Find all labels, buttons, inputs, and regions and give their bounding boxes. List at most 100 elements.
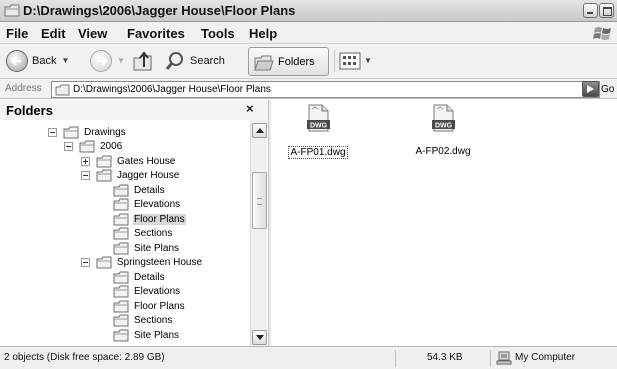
title-bar[interactable]: D:\Drawings\2006\Jagger House\Floor Plan…	[0, 0, 617, 22]
back-button[interactable]: Back ▼	[6, 48, 69, 73]
views-button[interactable]: ▼	[339, 48, 372, 73]
folder-icon	[113, 314, 129, 327]
tree-item[interactable]: Sections	[113, 227, 173, 241]
tree-item-label: Floor Plans	[134, 300, 185, 312]
address-bar: Address D:\Drawings\2006\Jagger House\Fl…	[0, 79, 617, 99]
tree-item[interactable]: Details	[113, 270, 166, 284]
menu-favorites[interactable]: Favorites	[127, 26, 185, 41]
menu-edit[interactable]: Edit	[41, 26, 66, 41]
scroll-thumb[interactable]	[252, 172, 267, 229]
svg-text:DWG: DWG	[435, 122, 453, 129]
tree-item-label: Sections	[134, 315, 173, 326]
tree-item-label: Jagger House	[117, 170, 180, 181]
folder-icon	[113, 329, 129, 341]
tree-item[interactable]: Floor Plans	[113, 212, 186, 226]
collapse-icon[interactable]	[81, 258, 90, 267]
tree-item-label: Elevations	[134, 286, 181, 297]
tree-item[interactable]: Jagger House	[81, 169, 180, 183]
status-zone: My Computer	[515, 352, 576, 363]
tree-item-label: Elevations	[134, 199, 181, 210]
file-item[interactable]: DWG A-FP01.dwg	[283, 104, 353, 159]
folder-icon	[113, 227, 129, 240]
tree-item-label: Site Plans	[134, 329, 180, 341]
back-arrow-icon	[6, 49, 28, 72]
folders-icon	[254, 55, 274, 71]
forward-button[interactable]: ▼	[90, 48, 125, 73]
tree-item-label: Sections	[134, 228, 173, 239]
tree-item[interactable]: 2006	[64, 140, 123, 154]
menu-file[interactable]: File	[6, 26, 28, 41]
tree-item-label: Site Plans	[134, 242, 180, 254]
go-arrow-icon[interactable]	[582, 81, 599, 97]
svg-text:DWG: DWG	[310, 122, 328, 129]
folder-icon	[63, 126, 79, 138]
folder-icon	[96, 256, 112, 269]
scroll-up-button[interactable]	[252, 123, 267, 138]
search-button[interactable]: Search	[164, 48, 225, 73]
collapse-icon[interactable]	[64, 142, 73, 151]
tree-item[interactable]: Sections	[113, 314, 173, 328]
folders-button[interactable]: Folders	[248, 47, 329, 76]
tree-item[interactable]: Springsteen House	[81, 256, 203, 270]
chevron-down-icon[interactable]: ▼	[117, 56, 125, 65]
folders-pane-header: Folders ×	[0, 100, 268, 120]
folder-icon	[113, 285, 129, 298]
toolbar-separator	[334, 50, 335, 72]
views-icon	[339, 52, 361, 69]
tree-item[interactable]: Elevations	[113, 285, 181, 299]
file-name: A-FP01.dwg	[288, 146, 348, 159]
tree-item-label: Details	[134, 271, 165, 283]
magnifier-icon	[165, 51, 183, 70]
forward-arrow-icon	[90, 49, 112, 72]
address-field[interactable]: D:\Drawings\2006\Jagger House\Floor Plan…	[51, 81, 600, 98]
menu-tools[interactable]: Tools	[201, 26, 235, 41]
scroll-down-button[interactable]	[252, 330, 267, 345]
chevron-down-icon[interactable]: ▼	[364, 56, 372, 65]
expand-icon[interactable]	[81, 156, 90, 166]
file-list: DWG A-FP01.dwg DWG A-FP02.dwg	[271, 100, 617, 346]
maximize-button[interactable]	[599, 3, 614, 18]
tree-item[interactable]: Site Plans	[113, 328, 180, 342]
folders-pane-title: Folders	[6, 103, 53, 118]
folder-icon	[113, 198, 129, 211]
folder-tree: Drawings 2006 Gates House Jagger House Detai…	[0, 120, 250, 346]
tree-item[interactable]: Gates House	[81, 154, 176, 168]
folder-tree-scrollbar[interactable]	[250, 120, 267, 346]
tree-item[interactable]: Details	[113, 183, 166, 197]
computer-icon	[496, 351, 512, 365]
tree-item[interactable]: Elevations	[113, 198, 181, 212]
status-bar: 2 objects (Disk free space: 2.89 GB) 54.…	[0, 346, 617, 369]
collapse-icon[interactable]	[48, 127, 57, 137]
close-icon[interactable]: ×	[246, 101, 254, 116]
dwg-file-icon: DWG	[432, 104, 455, 132]
status-divider	[490, 350, 491, 367]
up-button[interactable]	[131, 48, 155, 73]
folder-icon	[55, 84, 70, 96]
dwg-file-icon: DWG	[307, 104, 330, 132]
menu-view[interactable]: View	[78, 26, 107, 41]
file-item[interactable]: DWG A-FP02.dwg	[408, 104, 478, 157]
tree-item[interactable]: Drawings	[48, 125, 127, 139]
folders-label: Folders	[278, 56, 315, 68]
collapse-icon[interactable]	[81, 171, 90, 180]
go-label[interactable]: Go	[601, 84, 614, 95]
windows-flag-icon	[593, 27, 611, 40]
folder-icon	[96, 155, 112, 167]
folder-icon	[113, 213, 129, 225]
tree-item-label: Springsteen House	[117, 257, 203, 268]
status-size: 54.3 KB	[427, 352, 463, 363]
tree-item[interactable]: Floor Plans	[113, 299, 186, 313]
address-label: Address	[5, 83, 42, 94]
tree-item-label: 2006	[100, 141, 123, 152]
tree-item-label: Drawings	[84, 126, 126, 138]
folder-icon	[113, 271, 129, 283]
tree-item-label: Floor Plans	[133, 213, 186, 225]
tree-item[interactable]: Site Plans	[113, 241, 180, 255]
folder-icon	[113, 242, 129, 254]
minimize-button[interactable]	[583, 3, 598, 18]
chevron-down-icon[interactable]: ▼	[61, 56, 69, 65]
menu-help[interactable]: Help	[249, 26, 277, 41]
folder-icon	[4, 4, 20, 17]
menu-bar: File Edit View Favorites Tools Help	[0, 22, 617, 44]
folder-icon	[96, 169, 112, 182]
